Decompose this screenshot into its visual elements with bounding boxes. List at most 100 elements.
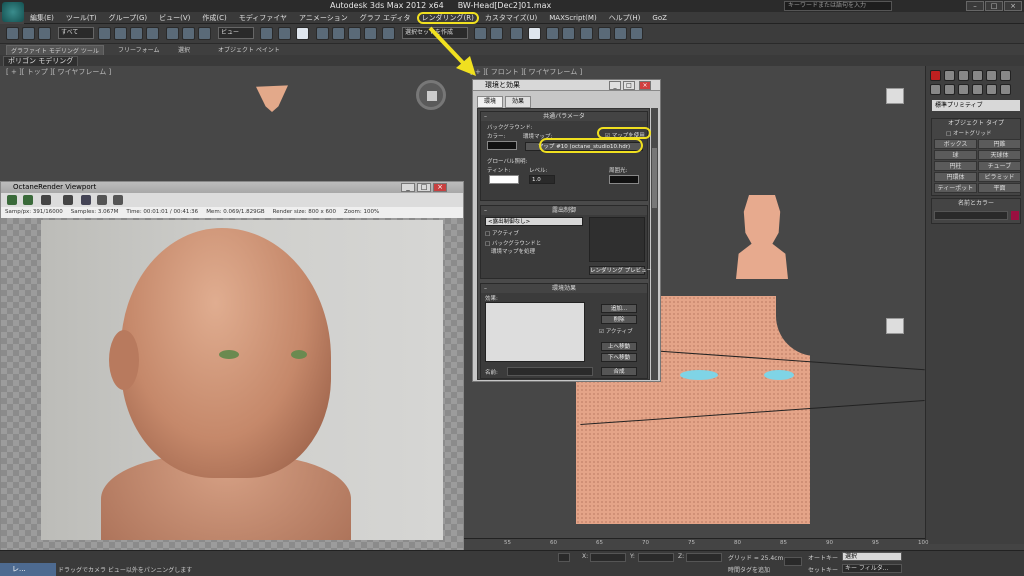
save-icon[interactable] xyxy=(81,195,91,205)
z-coord-input[interactable] xyxy=(686,553,722,562)
rotate-icon[interactable] xyxy=(182,27,195,40)
rollout-title[interactable]: オブジェクト タイプ xyxy=(932,119,1020,129)
menu-item-11[interactable]: ヘルプ(H) xyxy=(603,12,647,24)
shapes-icon[interactable] xyxy=(944,84,955,95)
minimize-button[interactable]: _ xyxy=(401,183,415,192)
unlink-icon[interactable] xyxy=(22,27,35,40)
close-button[interactable]: × xyxy=(433,183,447,192)
render-production-icon[interactable] xyxy=(630,27,643,40)
menu-item-12[interactable]: GoZ xyxy=(646,12,673,24)
tab-environment[interactable]: 環境 xyxy=(477,96,504,108)
taskbar-button[interactable]: レ... xyxy=(0,563,56,576)
pyramid-button[interactable]: ピラミッド xyxy=(978,172,1021,182)
select-icon[interactable] xyxy=(98,27,111,40)
display-tab-icon[interactable] xyxy=(986,70,997,81)
add-button[interactable]: 追加... xyxy=(601,304,637,313)
tube-button[interactable]: チューブ xyxy=(978,161,1021,171)
menu-item-3[interactable]: ビュー(V) xyxy=(153,12,196,24)
spinner-snap-icon[interactable] xyxy=(364,27,377,40)
tab-freeform[interactable]: フリーフォーム xyxy=(118,45,159,54)
rollout-title[interactable]: 名前とカラー xyxy=(932,199,1020,209)
percent-snap-icon[interactable] xyxy=(348,27,361,40)
utilities-tab-icon[interactable] xyxy=(1000,70,1011,81)
cone-button[interactable]: 円錐 xyxy=(978,139,1021,149)
effect-name-input[interactable] xyxy=(507,367,593,376)
keyboard-shortcut-icon[interactable] xyxy=(296,27,309,40)
auto-key-button[interactable]: オートキー xyxy=(808,553,838,562)
select-by-name-icon[interactable] xyxy=(114,27,127,40)
dialog-scrollbar[interactable] xyxy=(651,108,658,380)
pause-icon[interactable] xyxy=(63,195,73,205)
edit-named-sel-icon[interactable] xyxy=(382,27,395,40)
primitive-type-select[interactable]: 標準プリミティブ xyxy=(932,100,1020,111)
autogrid-checkbox[interactable]: □ オートグリッド xyxy=(946,129,991,137)
curve-editor-icon[interactable] xyxy=(546,27,559,40)
ref-coord-select[interactable]: ビュー xyxy=(218,27,254,39)
helpers-icon[interactable] xyxy=(986,84,997,95)
viewport-label[interactable]: [ + ][ トップ ][ ワイヤフレーム ] xyxy=(6,67,111,77)
menu-item-8[interactable]: レンダリング(R) xyxy=(416,12,479,24)
key-filters-button[interactable]: キー フィルタ... xyxy=(842,564,902,573)
stop-icon[interactable] xyxy=(41,195,51,205)
effects-list[interactable] xyxy=(485,302,585,362)
link-icon[interactable] xyxy=(6,27,19,40)
search-input[interactable]: キーワードまたは語句を入力 xyxy=(784,1,892,11)
viewcube-icon[interactable] xyxy=(416,80,446,110)
move-icon[interactable] xyxy=(166,27,179,40)
sphere-button[interactable]: 球 xyxy=(934,150,977,160)
menu-item-4[interactable]: 作成(C) xyxy=(196,12,232,24)
move-up-button[interactable]: 上へ移動 xyxy=(601,342,637,351)
motion-tab-icon[interactable] xyxy=(972,70,983,81)
viewport-label[interactable]: [ + ][ フロント ][ ワイヤフレーム ] xyxy=(470,67,582,77)
menu-item-0[interactable]: 編集(E) xyxy=(24,12,60,24)
minimize-button[interactable]: – xyxy=(966,1,984,11)
systems-icon[interactable] xyxy=(1000,84,1011,95)
tab-object-paint[interactable]: オブジェクト ペイント xyxy=(218,45,280,54)
object-name-input[interactable] xyxy=(934,211,1008,220)
window-crossing-icon[interactable] xyxy=(146,27,159,40)
bind-icon[interactable] xyxy=(38,27,51,40)
restart-icon[interactable] xyxy=(7,195,17,205)
tab-effects[interactable]: 効果 xyxy=(505,96,532,108)
viewcube-icon[interactable] xyxy=(886,318,904,334)
y-coord-input[interactable] xyxy=(638,553,674,562)
geosphere-button[interactable]: 天球体 xyxy=(978,150,1021,160)
maximize-button[interactable]: □ xyxy=(985,1,1003,11)
menu-item-2[interactable]: グループ(G) xyxy=(103,12,153,24)
minimize-button[interactable]: _ xyxy=(609,81,621,90)
object-color-swatch[interactable] xyxy=(1011,211,1019,220)
rollout-title[interactable]: 露出制御 xyxy=(481,206,647,215)
layer-icon[interactable] xyxy=(510,27,523,40)
lights-icon[interactable] xyxy=(958,84,969,95)
maximize-button[interactable]: □ xyxy=(623,81,635,90)
schematic-view-icon[interactable] xyxy=(562,27,575,40)
menu-item-5[interactable]: モディファイヤ xyxy=(233,12,293,24)
menu-item-10[interactable]: MAXScript(M) xyxy=(543,12,602,24)
pivot-icon[interactable] xyxy=(260,27,273,40)
active-checkbox[interactable]: □ アクティブ xyxy=(485,229,519,237)
region-icon[interactable] xyxy=(130,27,143,40)
background-color-swatch[interactable] xyxy=(487,141,517,150)
settings-icon[interactable] xyxy=(113,195,123,205)
set-key-button[interactable]: セットキー xyxy=(808,565,838,574)
maximize-button[interactable]: □ xyxy=(417,183,431,192)
top-viewport[interactable]: [ + ][ トップ ][ ワイヤフレーム ] xyxy=(0,66,464,181)
active-checkbox-2[interactable]: ☑ アクティブ xyxy=(599,327,633,335)
close-button[interactable]: × xyxy=(639,81,651,90)
merge-button[interactable]: 合成 xyxy=(601,367,637,376)
refresh-icon[interactable] xyxy=(23,195,33,205)
selection-filter-select[interactable]: すべて xyxy=(58,27,94,39)
region-icon[interactable] xyxy=(97,195,107,205)
tab-selection[interactable]: 選択 xyxy=(178,45,190,54)
align-icon[interactable] xyxy=(490,27,503,40)
dialog-title-bar[interactable]: 環境と効果 _ □ × xyxy=(473,80,660,91)
x-coord-input[interactable] xyxy=(590,553,626,562)
ambient-color-swatch[interactable] xyxy=(609,175,639,184)
hierarchy-tab-icon[interactable] xyxy=(958,70,969,81)
cylinder-button[interactable]: 円柱 xyxy=(934,161,977,171)
manipulate-icon[interactable] xyxy=(278,27,291,40)
rendered-frame-icon[interactable] xyxy=(614,27,627,40)
key-icon[interactable] xyxy=(784,557,802,566)
viewcube-icon[interactable] xyxy=(886,88,904,104)
octane-title-bar[interactable]: OctaneRender Viewport _ □ × xyxy=(1,182,463,193)
